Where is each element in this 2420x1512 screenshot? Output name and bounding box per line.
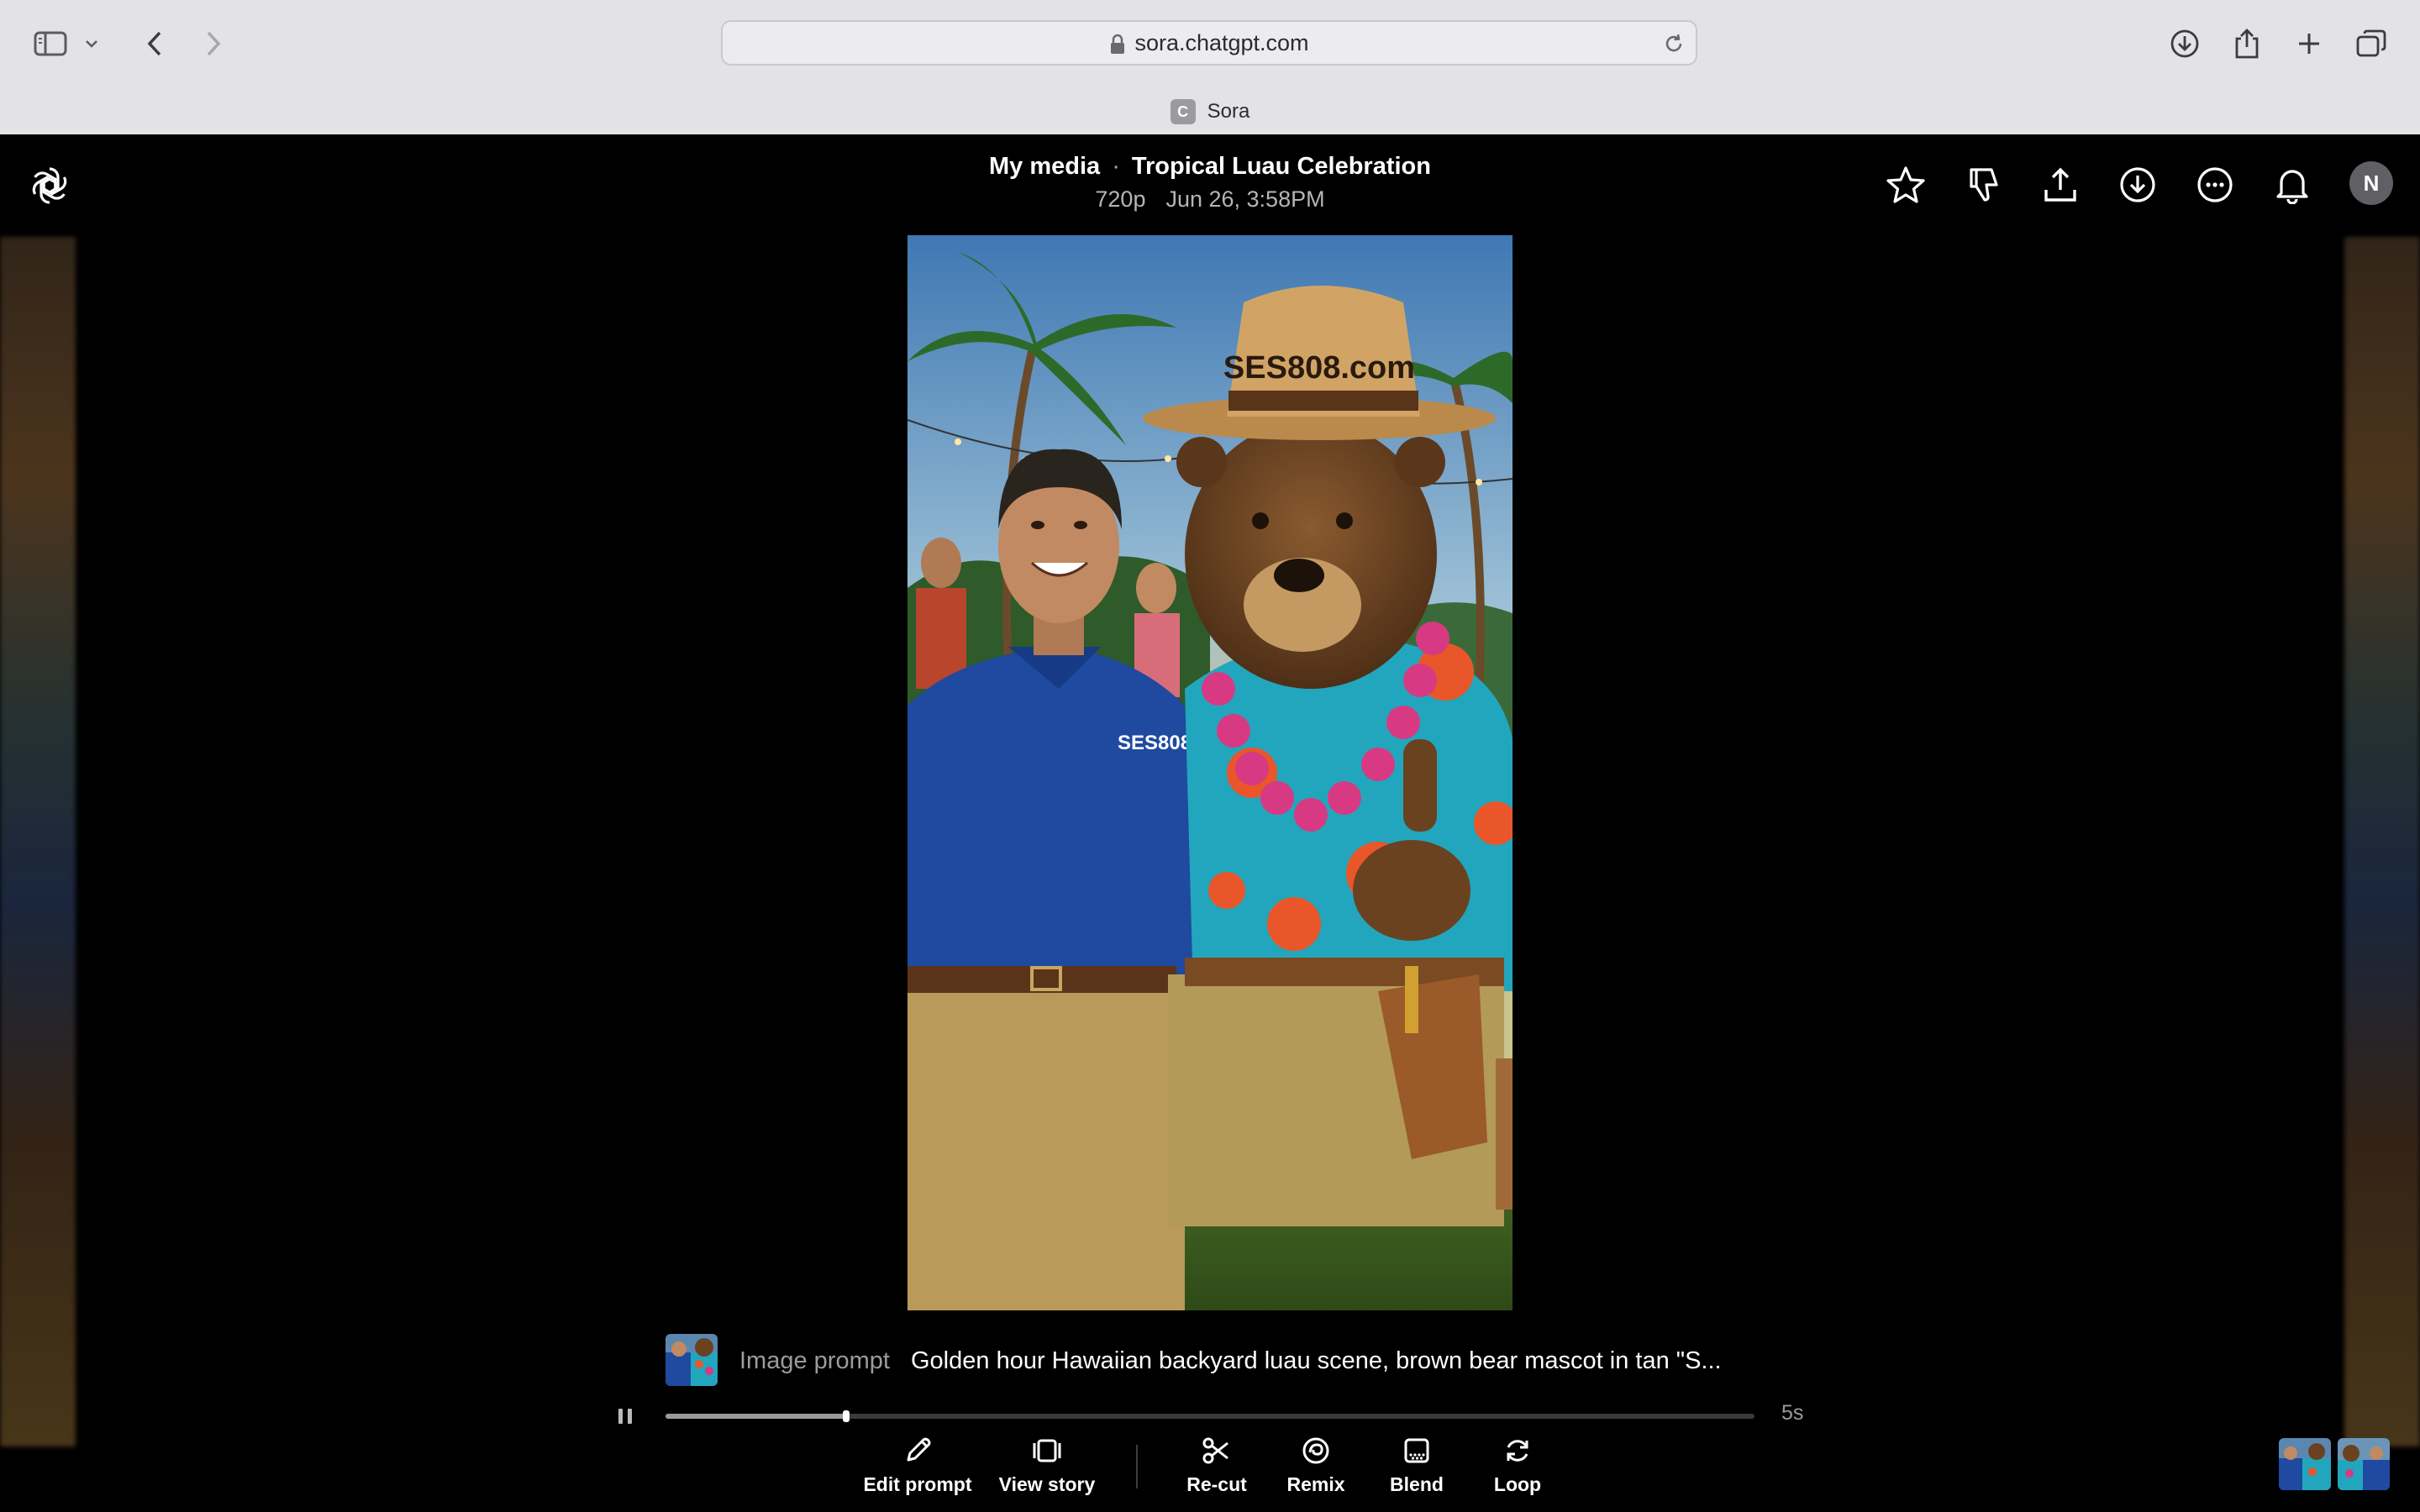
variation-thumbnail-2[interactable] bbox=[2338, 1438, 2390, 1490]
user-avatar[interactable]: N bbox=[2349, 161, 2393, 205]
address-bar[interactable]: sora.chatgpt.com bbox=[721, 20, 1697, 66]
duration-label: 5s bbox=[1781, 1401, 1804, 1425]
prompt-text[interactable]: Golden hour Hawaiian backyard luau scene… bbox=[911, 1347, 1722, 1375]
notifications-bell-icon[interactable] bbox=[2267, 160, 2317, 210]
view-story-button[interactable]: View story bbox=[988, 1435, 1106, 1502]
sidebar-toggle-icon[interactable] bbox=[30, 24, 71, 64]
back-icon[interactable] bbox=[134, 24, 175, 64]
breadcrumb-my-media[interactable]: My media bbox=[989, 153, 1100, 180]
favorite-star-icon[interactable] bbox=[1881, 160, 1931, 210]
storyboard-icon bbox=[1030, 1435, 1064, 1467]
loop-icon bbox=[1502, 1435, 1534, 1467]
share-upload-icon[interactable] bbox=[2035, 160, 2086, 210]
prompt-image-thumbnail[interactable] bbox=[666, 1334, 718, 1386]
remix-button[interactable]: Remix bbox=[1257, 1435, 1375, 1502]
tab-favicon: C bbox=[1170, 99, 1196, 124]
remix-label: Remix bbox=[1286, 1473, 1345, 1495]
shirt-logo-text: SES808 bbox=[1118, 732, 1192, 754]
share-icon[interactable] bbox=[2227, 24, 2267, 64]
blend-icon bbox=[1401, 1435, 1433, 1467]
breadcrumb-separator: · bbox=[1112, 153, 1120, 180]
timestamp-label: Jun 26, 3:58PM bbox=[1165, 186, 1325, 212]
downloads-icon[interactable] bbox=[2165, 24, 2205, 64]
progress-handle[interactable] bbox=[843, 1410, 850, 1422]
tab-overview-icon[interactable] bbox=[2351, 24, 2391, 64]
openai-logo-icon[interactable] bbox=[29, 165, 71, 207]
hat-logo-text: SES808.com bbox=[1223, 350, 1415, 386]
remix-icon bbox=[1300, 1435, 1332, 1467]
tab-title: Sora bbox=[1207, 100, 1250, 123]
lock-icon bbox=[1109, 34, 1126, 55]
pencil-icon bbox=[902, 1435, 934, 1467]
page-title: My media · Tropical Luau Celebration bbox=[840, 153, 1580, 181]
loop-label: Loop bbox=[1493, 1473, 1542, 1495]
loop-button[interactable]: Loop bbox=[1459, 1435, 1576, 1502]
reload-icon[interactable] bbox=[1662, 32, 1686, 55]
video-player[interactable]: SES808 SES808.com bbox=[908, 235, 1512, 1310]
previous-video-preview[interactable] bbox=[0, 237, 76, 1446]
video-meta: 720p Jun 26, 3:58PM bbox=[840, 186, 1580, 213]
pause-icon[interactable] bbox=[613, 1404, 637, 1428]
edit-prompt-label: Edit prompt bbox=[863, 1473, 972, 1495]
image-prompt-label: Image prompt bbox=[739, 1347, 890, 1374]
edit-prompt-button[interactable]: Edit prompt bbox=[859, 1435, 976, 1502]
progress-fill bbox=[666, 1414, 847, 1419]
browser-tab[interactable]: C Sora bbox=[0, 91, 2420, 133]
more-options-icon[interactable] bbox=[2190, 160, 2240, 210]
download-icon[interactable] bbox=[2112, 160, 2163, 210]
forward-icon[interactable] bbox=[193, 24, 234, 64]
blend-button[interactable]: Blend bbox=[1358, 1435, 1476, 1502]
video-title: Tropical Luau Celebration bbox=[1131, 153, 1431, 180]
url-text: sora.chatgpt.com bbox=[1134, 29, 1309, 55]
browser-chrome: sora.chatgpt.com C Sora bbox=[0, 0, 2420, 135]
recut-label: Re-cut bbox=[1186, 1473, 1247, 1495]
resolution-label: 720p bbox=[1095, 186, 1146, 212]
actions-divider bbox=[1136, 1445, 1138, 1488]
progress-track[interactable] bbox=[666, 1410, 1754, 1422]
variation-thumbnail-1[interactable] bbox=[2279, 1438, 2331, 1490]
sora-app: My media · Tropical Luau Celebration 720p J… bbox=[0, 134, 2420, 1512]
thumbs-down-icon[interactable] bbox=[1958, 160, 2008, 210]
scissors-icon bbox=[1201, 1435, 1233, 1467]
new-tab-icon[interactable] bbox=[2289, 24, 2329, 64]
view-story-label: View story bbox=[998, 1473, 1096, 1495]
blend-label: Blend bbox=[1390, 1473, 1444, 1495]
chevron-down-icon[interactable] bbox=[79, 24, 104, 64]
next-video-preview[interactable] bbox=[2344, 237, 2420, 1446]
